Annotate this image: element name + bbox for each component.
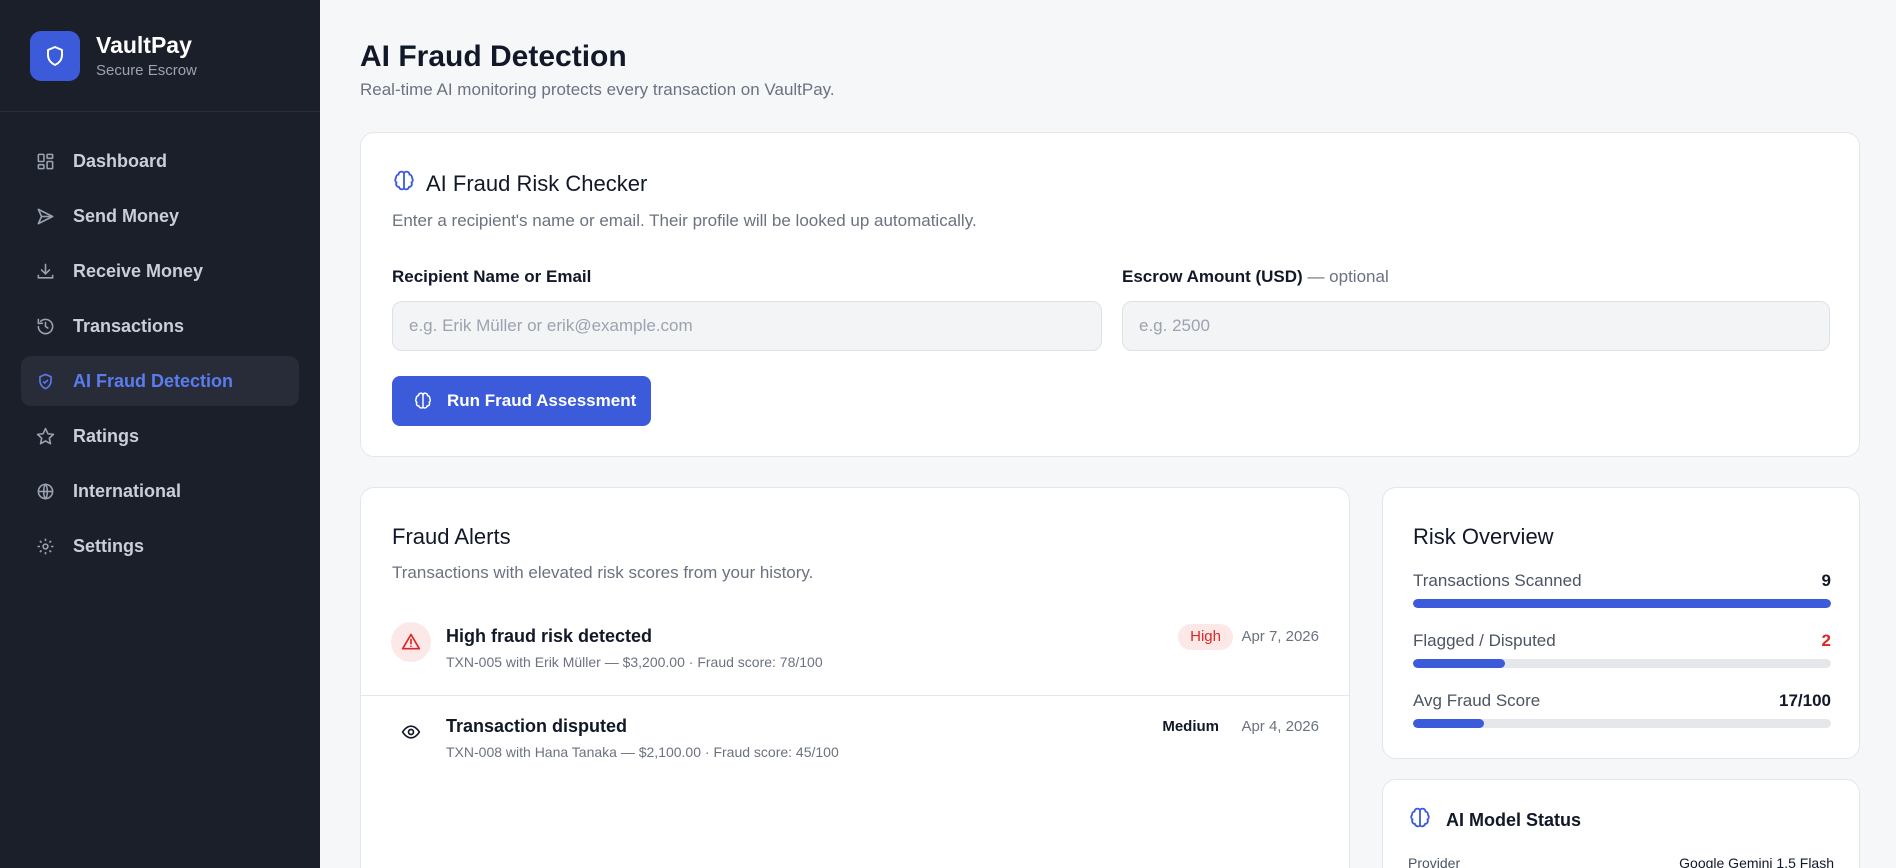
metric-label: Flagged / Disputed [1413, 631, 1556, 650]
sidebar-item-label: Send Money [73, 205, 180, 226]
progress-fill [1413, 719, 1485, 728]
brain-icon [413, 391, 433, 411]
alert-description: TXN-008 with Hana Tanaka — $2,100.00 · F… [446, 744, 839, 760]
sidebar-item-transactions[interactable]: Transactions [21, 301, 299, 351]
alert-title: High fraud risk detected [446, 626, 653, 646]
risk-overview-title: Risk Overview [1413, 524, 1554, 549]
globe-icon [35, 481, 55, 501]
progress-fill [1413, 659, 1505, 668]
alerts-subtitle: Transactions with elevated risk scores f… [392, 563, 814, 582]
alert-item[interactable]: Transaction disputed TXN-008 with Hana T… [361, 696, 1349, 786]
metric-label: Avg Fraud Score [1413, 691, 1541, 710]
metric-avg-fraud-score: Avg Fraud Score 17/100 [1413, 691, 1831, 728]
run-fraud-assessment-button[interactable]: Run Fraud Assessment [392, 376, 651, 426]
brand: VaultPay Secure Escrow [0, 0, 320, 112]
main-content: AI Fraud Detection Real-time AI monitori… [320, 0, 1896, 868]
metric-transactions-scanned: Transactions Scanned 9 [1413, 571, 1831, 608]
sidebar-item-label: Settings [73, 535, 145, 556]
progress-bar [1413, 659, 1831, 668]
alert-date: Apr 4, 2026 [1241, 718, 1319, 735]
alert-date: Apr 7, 2026 [1241, 628, 1319, 645]
ai-model-status-card: AI Model Status Provider Google Gemini 1… [1382, 779, 1860, 868]
fraud-alerts-card: Fraud Alerts Transactions with elevated … [360, 487, 1350, 868]
brain-icon [392, 169, 416, 199]
recipient-label: Recipient Name or Email [392, 267, 592, 286]
alerts-title: Fraud Alerts [392, 524, 511, 549]
gear-icon [35, 536, 55, 556]
metric-label: Transactions Scanned [1413, 571, 1582, 590]
alert-item[interactable]: High fraud risk detected TXN-005 with Er… [361, 606, 1349, 696]
metric-value: 9 [1821, 571, 1831, 590]
provider-label: Provider [1408, 855, 1461, 868]
risk-overview-card: Risk Overview Transactions Scanned 9 Fla… [1382, 487, 1860, 759]
alert-triangle-icon [391, 622, 431, 662]
dashboard-icon [35, 151, 55, 171]
sidebar-item-label: Ratings [73, 425, 140, 446]
brain-icon [1408, 806, 1432, 835]
metric-value: 2 [1821, 631, 1831, 650]
amount-label: Escrow Amount (USD) — optional [1122, 267, 1389, 287]
sidebar-item-dashboard[interactable]: Dashboard [21, 136, 299, 186]
history-icon [35, 316, 55, 336]
page-title: AI Fraud Detection [360, 40, 627, 73]
sidebar-item-label: AI Fraud Detection [73, 370, 234, 391]
provider-row: Provider Google Gemini 1.5 Flash [1408, 855, 1834, 868]
star-icon [35, 426, 55, 446]
sidebar-item-international[interactable]: International [21, 466, 299, 516]
shield-check-icon [35, 371, 55, 391]
progress-bar [1413, 599, 1831, 608]
shield-logo-icon [30, 30, 80, 81]
alert-description: TXN-005 with Erik Müller — $3,200.00 · F… [446, 654, 823, 670]
sidebar-item-settings[interactable]: Settings [21, 521, 299, 571]
send-icon [35, 206, 55, 226]
optional-text: — optional [1307, 267, 1389, 286]
metric-flagged-disputed: Flagged / Disputed 2 [1413, 631, 1831, 668]
page-subtitle: Real-time AI monitoring protects every t… [360, 80, 835, 99]
brand-name: VaultPay [96, 32, 192, 58]
checker-title: AI Fraud Risk Checker [392, 169, 647, 199]
model-status-title: AI Model Status [1408, 806, 1581, 835]
fraud-risk-checker-card: AI Fraud Risk Checker Enter a recipient'… [360, 132, 1860, 457]
provider-value: Google Gemini 1.5 Flash [1679, 855, 1834, 868]
amount-label-text: Escrow Amount (USD) [1122, 267, 1303, 286]
sidebar-item-ai-fraud-detection[interactable]: AI Fraud Detection [21, 356, 299, 406]
progress-bar [1413, 719, 1831, 728]
sidebar-item-label: Receive Money [73, 260, 204, 281]
model-status-title-text: AI Model Status [1446, 810, 1582, 830]
alert-title: Transaction disputed [446, 716, 628, 736]
download-icon [35, 261, 55, 281]
sidebar-nav: Dashboard Send Money Receive Money Trans… [0, 112, 320, 571]
sidebar-item-label: International [73, 480, 182, 501]
severity-badge: Medium [1162, 718, 1219, 735]
sidebar-item-send-money[interactable]: Send Money [21, 191, 299, 241]
recipient-input[interactable] [392, 301, 1102, 351]
checker-title-text: AI Fraud Risk Checker [426, 171, 648, 196]
progress-fill [1413, 599, 1831, 608]
sidebar-item-ratings[interactable]: Ratings [21, 411, 299, 461]
eye-icon [391, 712, 431, 752]
sidebar-item-label: Dashboard [73, 150, 168, 171]
severity-badge: High [1178, 624, 1233, 650]
escrow-amount-input[interactable] [1122, 301, 1830, 351]
checker-subtitle: Enter a recipient's name or email. Their… [392, 211, 977, 230]
brand-subtitle: Secure Escrow [96, 62, 197, 79]
sidebar-item-receive-money[interactable]: Receive Money [21, 246, 299, 296]
run-button-label: Run Fraud Assessment [447, 391, 637, 410]
sidebar: VaultPay Secure Escrow Dashboard Send Mo… [0, 0, 320, 868]
metric-value: 17/100 [1779, 691, 1831, 710]
sidebar-item-label: Transactions [73, 315, 185, 336]
